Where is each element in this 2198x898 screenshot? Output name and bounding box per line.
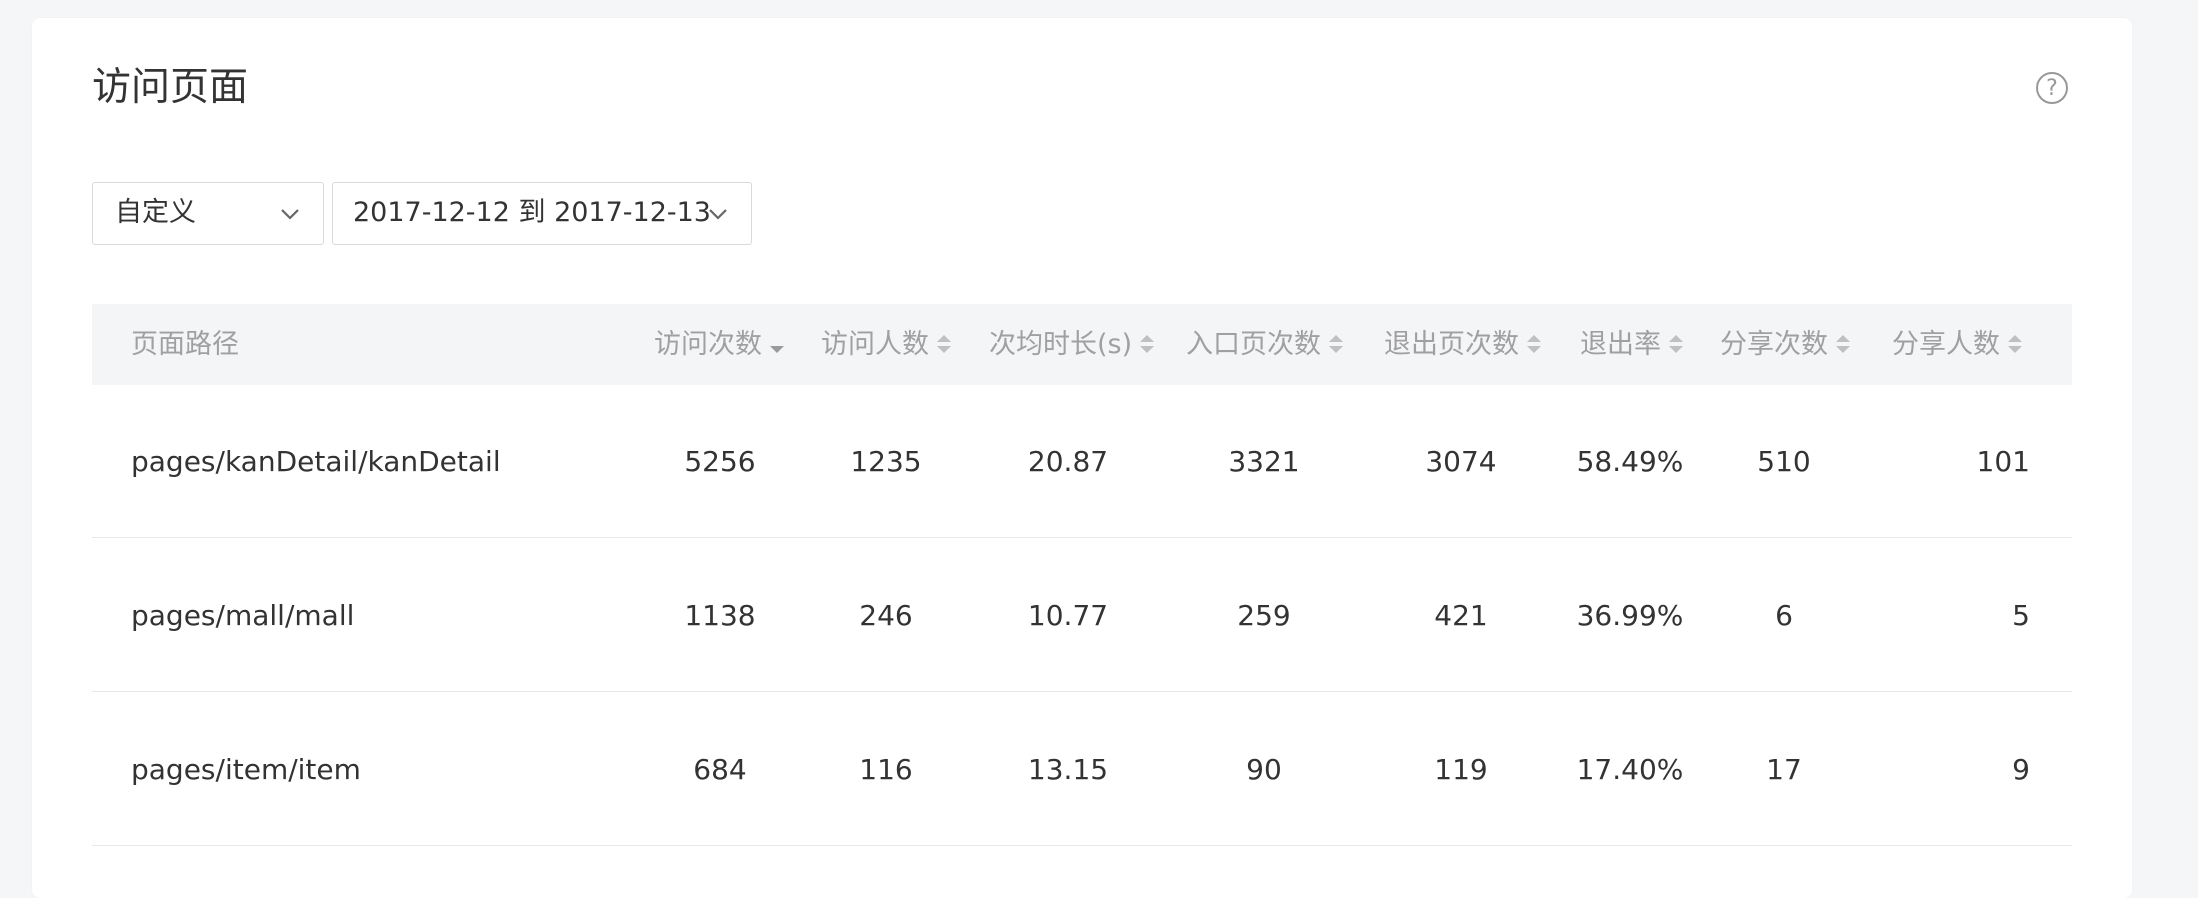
cell-share-users: 5	[2012, 599, 2030, 632]
column-header-label: 入口页次数	[1186, 329, 1321, 360]
page-title: 访问页面	[92, 65, 249, 110]
date-range-select[interactable]: 2017-12-12 到 2017-12-13	[332, 182, 752, 245]
column-header-label: 退出页次数	[1384, 329, 1519, 360]
cell-avg-duration: 20.87	[1027, 445, 1109, 478]
sort-icon	[937, 334, 951, 353]
chevron-down-icon	[709, 209, 727, 220]
cell-entry-count: 259	[1237, 599, 1291, 632]
sort-icon	[1836, 334, 1850, 353]
range-type-select[interactable]: 自定义	[92, 182, 324, 245]
column-header-page-path: 页面路径	[131, 304, 239, 385]
column-header-share-count[interactable]: 分享次数	[1720, 304, 1852, 385]
cell-share-count: 17	[1766, 753, 1802, 786]
cell-page-path: pages/mall/mall	[131, 599, 355, 632]
table-row[interactable]: pages/mall/mall 1138 246 10.77 259 421 3…	[92, 539, 2072, 692]
column-header-visitors[interactable]: 访问人数	[821, 304, 953, 385]
column-header-label: 访问次数	[654, 329, 762, 360]
cell-visitors: 1235	[850, 445, 922, 478]
cell-avg-duration: 10.77	[1027, 599, 1109, 632]
table-row[interactable]: pages/kanDetail/kanDetail 5256 1235 20.8…	[92, 385, 2072, 538]
cell-exit-count: 3074	[1425, 445, 1497, 478]
sort-descending-icon	[770, 345, 784, 353]
cell-page-path: pages/kanDetail/kanDetail	[131, 445, 501, 478]
table-header: 页面路径 访问次数 访问人数 次均时长(s) 入口页次数 退出页次数 退出率 分…	[92, 304, 2072, 385]
cell-exit-rate: 36.99%	[1576, 599, 1684, 632]
sort-icon	[1329, 334, 1343, 353]
cell-exit-count: 421	[1434, 599, 1488, 632]
cell-visits: 5256	[684, 445, 756, 478]
column-header-label: 次均时长(s)	[989, 329, 1133, 360]
sort-icon	[2008, 334, 2022, 353]
column-header-avg-duration[interactable]: 次均时长(s)	[989, 304, 1156, 385]
column-header-exit-count[interactable]: 退出页次数	[1384, 304, 1543, 385]
column-header-exit-rate[interactable]: 退出率	[1580, 304, 1685, 385]
column-header-share-users[interactable]: 分享人数	[1892, 304, 2024, 385]
date-range-value: 2017-12-12 到 2017-12-13	[353, 197, 711, 228]
column-header-visits[interactable]: 访问次数	[654, 304, 786, 385]
column-header-label: 退出率	[1580, 329, 1661, 360]
cell-visits: 1138	[684, 599, 756, 632]
sort-icon	[1527, 334, 1541, 353]
column-header-label: 分享人数	[1892, 329, 2000, 360]
sort-icon	[1669, 334, 1683, 353]
cell-share-users: 101	[1976, 445, 2030, 478]
range-type-value: 自定义	[115, 197, 196, 228]
cell-page-path: pages/item/item	[131, 753, 361, 786]
column-header-label: 页面路径	[131, 329, 239, 360]
help-icon[interactable]: ?	[2036, 72, 2068, 104]
cell-visitors: 246	[859, 599, 913, 632]
cell-share-count: 510	[1757, 445, 1811, 478]
column-header-label: 访问人数	[821, 329, 929, 360]
column-header-label: 分享次数	[1720, 329, 1828, 360]
chevron-down-icon	[281, 209, 299, 220]
cell-exit-rate: 17.40%	[1576, 753, 1684, 786]
table-row[interactable]: pages/item/item 684 116 13.15 90 119 17.…	[92, 693, 2072, 846]
cell-share-users: 9	[2012, 753, 2030, 786]
cell-entry-count: 90	[1246, 753, 1282, 786]
cell-share-count: 6	[1775, 599, 1793, 632]
cell-exit-rate: 58.49%	[1576, 445, 1684, 478]
column-header-entry-count[interactable]: 入口页次数	[1186, 304, 1345, 385]
cell-exit-count: 119	[1434, 753, 1488, 786]
cell-visitors: 116	[859, 753, 913, 786]
sort-icon	[1140, 334, 1155, 353]
cell-avg-duration: 13.15	[1027, 753, 1109, 786]
cell-visits: 684	[693, 753, 747, 786]
cell-entry-count: 3321	[1228, 445, 1300, 478]
